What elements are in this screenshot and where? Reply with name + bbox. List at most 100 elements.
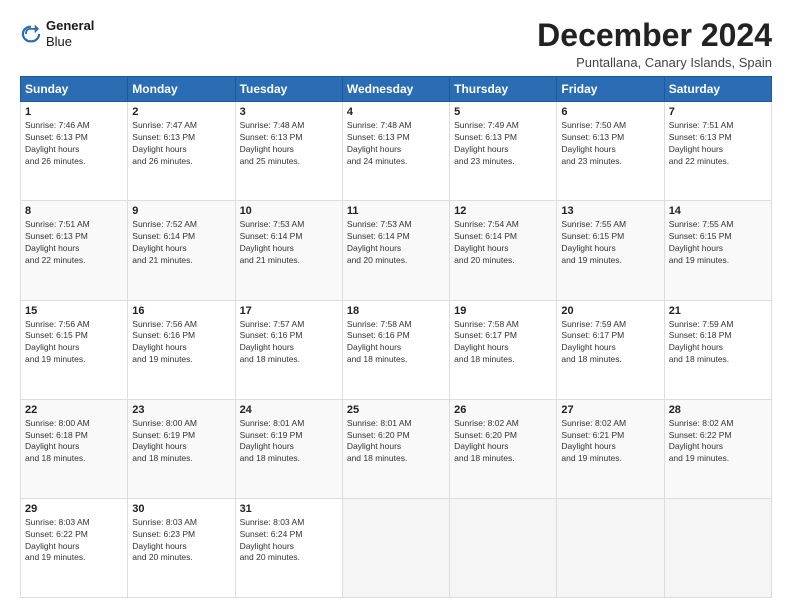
cell-info: Sunrise: 7:58 AMSunset: 6:16 PMDaylight … <box>347 319 412 365</box>
day-number: 9 <box>132 205 230 217</box>
day-number: 30 <box>132 503 230 515</box>
day-number: 3 <box>240 106 338 118</box>
list-item: 28 Sunrise: 8:02 AMSunset: 6:22 PMDaylig… <box>664 399 771 498</box>
cell-info: Sunrise: 8:02 AMSunset: 6:22 PMDaylight … <box>669 418 734 464</box>
day-number: 15 <box>25 305 123 317</box>
cell-info: Sunrise: 8:00 AMSunset: 6:18 PMDaylight … <box>25 418 90 464</box>
cell-info: Sunrise: 8:01 AMSunset: 6:20 PMDaylight … <box>347 418 412 464</box>
cell-info: Sunrise: 7:48 AMSunset: 6:13 PMDaylight … <box>347 120 412 166</box>
cell-info: Sunrise: 7:51 AMSunset: 6:13 PMDaylight … <box>669 120 734 166</box>
title-block: December 2024 Puntallana, Canary Islands… <box>537 18 772 70</box>
cell-info: Sunrise: 8:02 AMSunset: 6:20 PMDaylight … <box>454 418 519 464</box>
logo-text: General Blue <box>46 18 94 49</box>
day-number: 29 <box>25 503 123 515</box>
cell-info: Sunrise: 8:00 AMSunset: 6:19 PMDaylight … <box>132 418 197 464</box>
day-number: 11 <box>347 205 445 217</box>
table-row: 22 Sunrise: 8:00 AMSunset: 6:18 PMDaylig… <box>21 399 772 498</box>
list-item: 21 Sunrise: 7:59 AMSunset: 6:18 PMDaylig… <box>664 300 771 399</box>
day-number: 8 <box>25 205 123 217</box>
list-item: 2 Sunrise: 7:47 AMSunset: 6:13 PMDayligh… <box>128 102 235 201</box>
cell-info: Sunrise: 7:58 AMSunset: 6:17 PMDaylight … <box>454 319 519 365</box>
list-item: 30 Sunrise: 8:03 AMSunset: 6:23 PMDaylig… <box>128 498 235 597</box>
day-number: 14 <box>669 205 767 217</box>
cell-info: Sunrise: 7:46 AMSunset: 6:13 PMDaylight … <box>25 120 90 166</box>
day-number: 17 <box>240 305 338 317</box>
cell-info: Sunrise: 7:53 AMSunset: 6:14 PMDaylight … <box>347 219 412 265</box>
list-item: 16 Sunrise: 7:56 AMSunset: 6:16 PMDaylig… <box>128 300 235 399</box>
day-number: 10 <box>240 205 338 217</box>
cell-info: Sunrise: 7:55 AMSunset: 6:15 PMDaylight … <box>561 219 626 265</box>
col-friday: Friday <box>557 77 664 102</box>
day-number: 4 <box>347 106 445 118</box>
col-monday: Monday <box>128 77 235 102</box>
calendar-table: Sunday Monday Tuesday Wednesday Thursday… <box>20 76 772 598</box>
list-item: 17 Sunrise: 7:57 AMSunset: 6:16 PMDaylig… <box>235 300 342 399</box>
day-number: 25 <box>347 404 445 416</box>
day-number: 7 <box>669 106 767 118</box>
table-row: 15 Sunrise: 7:56 AMSunset: 6:15 PMDaylig… <box>21 300 772 399</box>
table-row: 29 Sunrise: 8:03 AMSunset: 6:22 PMDaylig… <box>21 498 772 597</box>
list-item: 3 Sunrise: 7:48 AMSunset: 6:13 PMDayligh… <box>235 102 342 201</box>
cell-info: Sunrise: 7:48 AMSunset: 6:13 PMDaylight … <box>240 120 305 166</box>
list-item: 25 Sunrise: 8:01 AMSunset: 6:20 PMDaylig… <box>342 399 449 498</box>
day-number: 2 <box>132 106 230 118</box>
cell-info: Sunrise: 7:59 AMSunset: 6:17 PMDaylight … <box>561 319 626 365</box>
list-item: 20 Sunrise: 7:59 AMSunset: 6:17 PMDaylig… <box>557 300 664 399</box>
list-item: 26 Sunrise: 8:02 AMSunset: 6:20 PMDaylig… <box>450 399 557 498</box>
list-item: 5 Sunrise: 7:49 AMSunset: 6:13 PMDayligh… <box>450 102 557 201</box>
list-item <box>450 498 557 597</box>
cell-info: Sunrise: 7:53 AMSunset: 6:14 PMDaylight … <box>240 219 305 265</box>
cell-info: Sunrise: 7:59 AMSunset: 6:18 PMDaylight … <box>669 319 734 365</box>
cell-info: Sunrise: 8:03 AMSunset: 6:22 PMDaylight … <box>25 517 90 563</box>
day-number: 26 <box>454 404 552 416</box>
day-number: 24 <box>240 404 338 416</box>
list-item: 13 Sunrise: 7:55 AMSunset: 6:15 PMDaylig… <box>557 201 664 300</box>
cell-info: Sunrise: 8:01 AMSunset: 6:19 PMDaylight … <box>240 418 305 464</box>
cell-info: Sunrise: 8:03 AMSunset: 6:24 PMDaylight … <box>240 517 305 563</box>
day-number: 19 <box>454 305 552 317</box>
day-number: 1 <box>25 106 123 118</box>
cell-info: Sunrise: 7:49 AMSunset: 6:13 PMDaylight … <box>454 120 519 166</box>
page: General Blue December 2024 Puntallana, C… <box>0 0 792 612</box>
day-number: 23 <box>132 404 230 416</box>
day-number: 16 <box>132 305 230 317</box>
cell-info: Sunrise: 7:47 AMSunset: 6:13 PMDaylight … <box>132 120 197 166</box>
list-item: 29 Sunrise: 8:03 AMSunset: 6:22 PMDaylig… <box>21 498 128 597</box>
cell-info: Sunrise: 7:56 AMSunset: 6:15 PMDaylight … <box>25 319 90 365</box>
list-item: 27 Sunrise: 8:02 AMSunset: 6:21 PMDaylig… <box>557 399 664 498</box>
day-number: 5 <box>454 106 552 118</box>
list-item: 4 Sunrise: 7:48 AMSunset: 6:13 PMDayligh… <box>342 102 449 201</box>
list-item: 12 Sunrise: 7:54 AMSunset: 6:14 PMDaylig… <box>450 201 557 300</box>
cell-info: Sunrise: 7:55 AMSunset: 6:15 PMDaylight … <box>669 219 734 265</box>
table-row: 1 Sunrise: 7:46 AMSunset: 6:13 PMDayligh… <box>21 102 772 201</box>
day-number: 18 <box>347 305 445 317</box>
col-tuesday: Tuesday <box>235 77 342 102</box>
cell-info: Sunrise: 7:50 AMSunset: 6:13 PMDaylight … <box>561 120 626 166</box>
list-item <box>664 498 771 597</box>
list-item <box>557 498 664 597</box>
list-item: 8 Sunrise: 7:51 AMSunset: 6:13 PMDayligh… <box>21 201 128 300</box>
day-number: 6 <box>561 106 659 118</box>
cell-info: Sunrise: 7:51 AMSunset: 6:13 PMDaylight … <box>25 219 90 265</box>
day-number: 21 <box>669 305 767 317</box>
col-saturday: Saturday <box>664 77 771 102</box>
day-number: 28 <box>669 404 767 416</box>
day-number: 27 <box>561 404 659 416</box>
day-number: 22 <box>25 404 123 416</box>
day-number: 20 <box>561 305 659 317</box>
col-thursday: Thursday <box>450 77 557 102</box>
day-number: 13 <box>561 205 659 217</box>
day-number: 12 <box>454 205 552 217</box>
cell-info: Sunrise: 7:52 AMSunset: 6:14 PMDaylight … <box>132 219 197 265</box>
month-title: December 2024 <box>537 18 772 53</box>
list-item <box>342 498 449 597</box>
list-item: 15 Sunrise: 7:56 AMSunset: 6:15 PMDaylig… <box>21 300 128 399</box>
cell-info: Sunrise: 7:57 AMSunset: 6:16 PMDaylight … <box>240 319 305 365</box>
list-item: 23 Sunrise: 8:00 AMSunset: 6:19 PMDaylig… <box>128 399 235 498</box>
list-item: 14 Sunrise: 7:55 AMSunset: 6:15 PMDaylig… <box>664 201 771 300</box>
header: General Blue December 2024 Puntallana, C… <box>20 18 772 70</box>
list-item: 7 Sunrise: 7:51 AMSunset: 6:13 PMDayligh… <box>664 102 771 201</box>
list-item: 24 Sunrise: 8:01 AMSunset: 6:19 PMDaylig… <box>235 399 342 498</box>
list-item: 10 Sunrise: 7:53 AMSunset: 6:14 PMDaylig… <box>235 201 342 300</box>
list-item: 1 Sunrise: 7:46 AMSunset: 6:13 PMDayligh… <box>21 102 128 201</box>
